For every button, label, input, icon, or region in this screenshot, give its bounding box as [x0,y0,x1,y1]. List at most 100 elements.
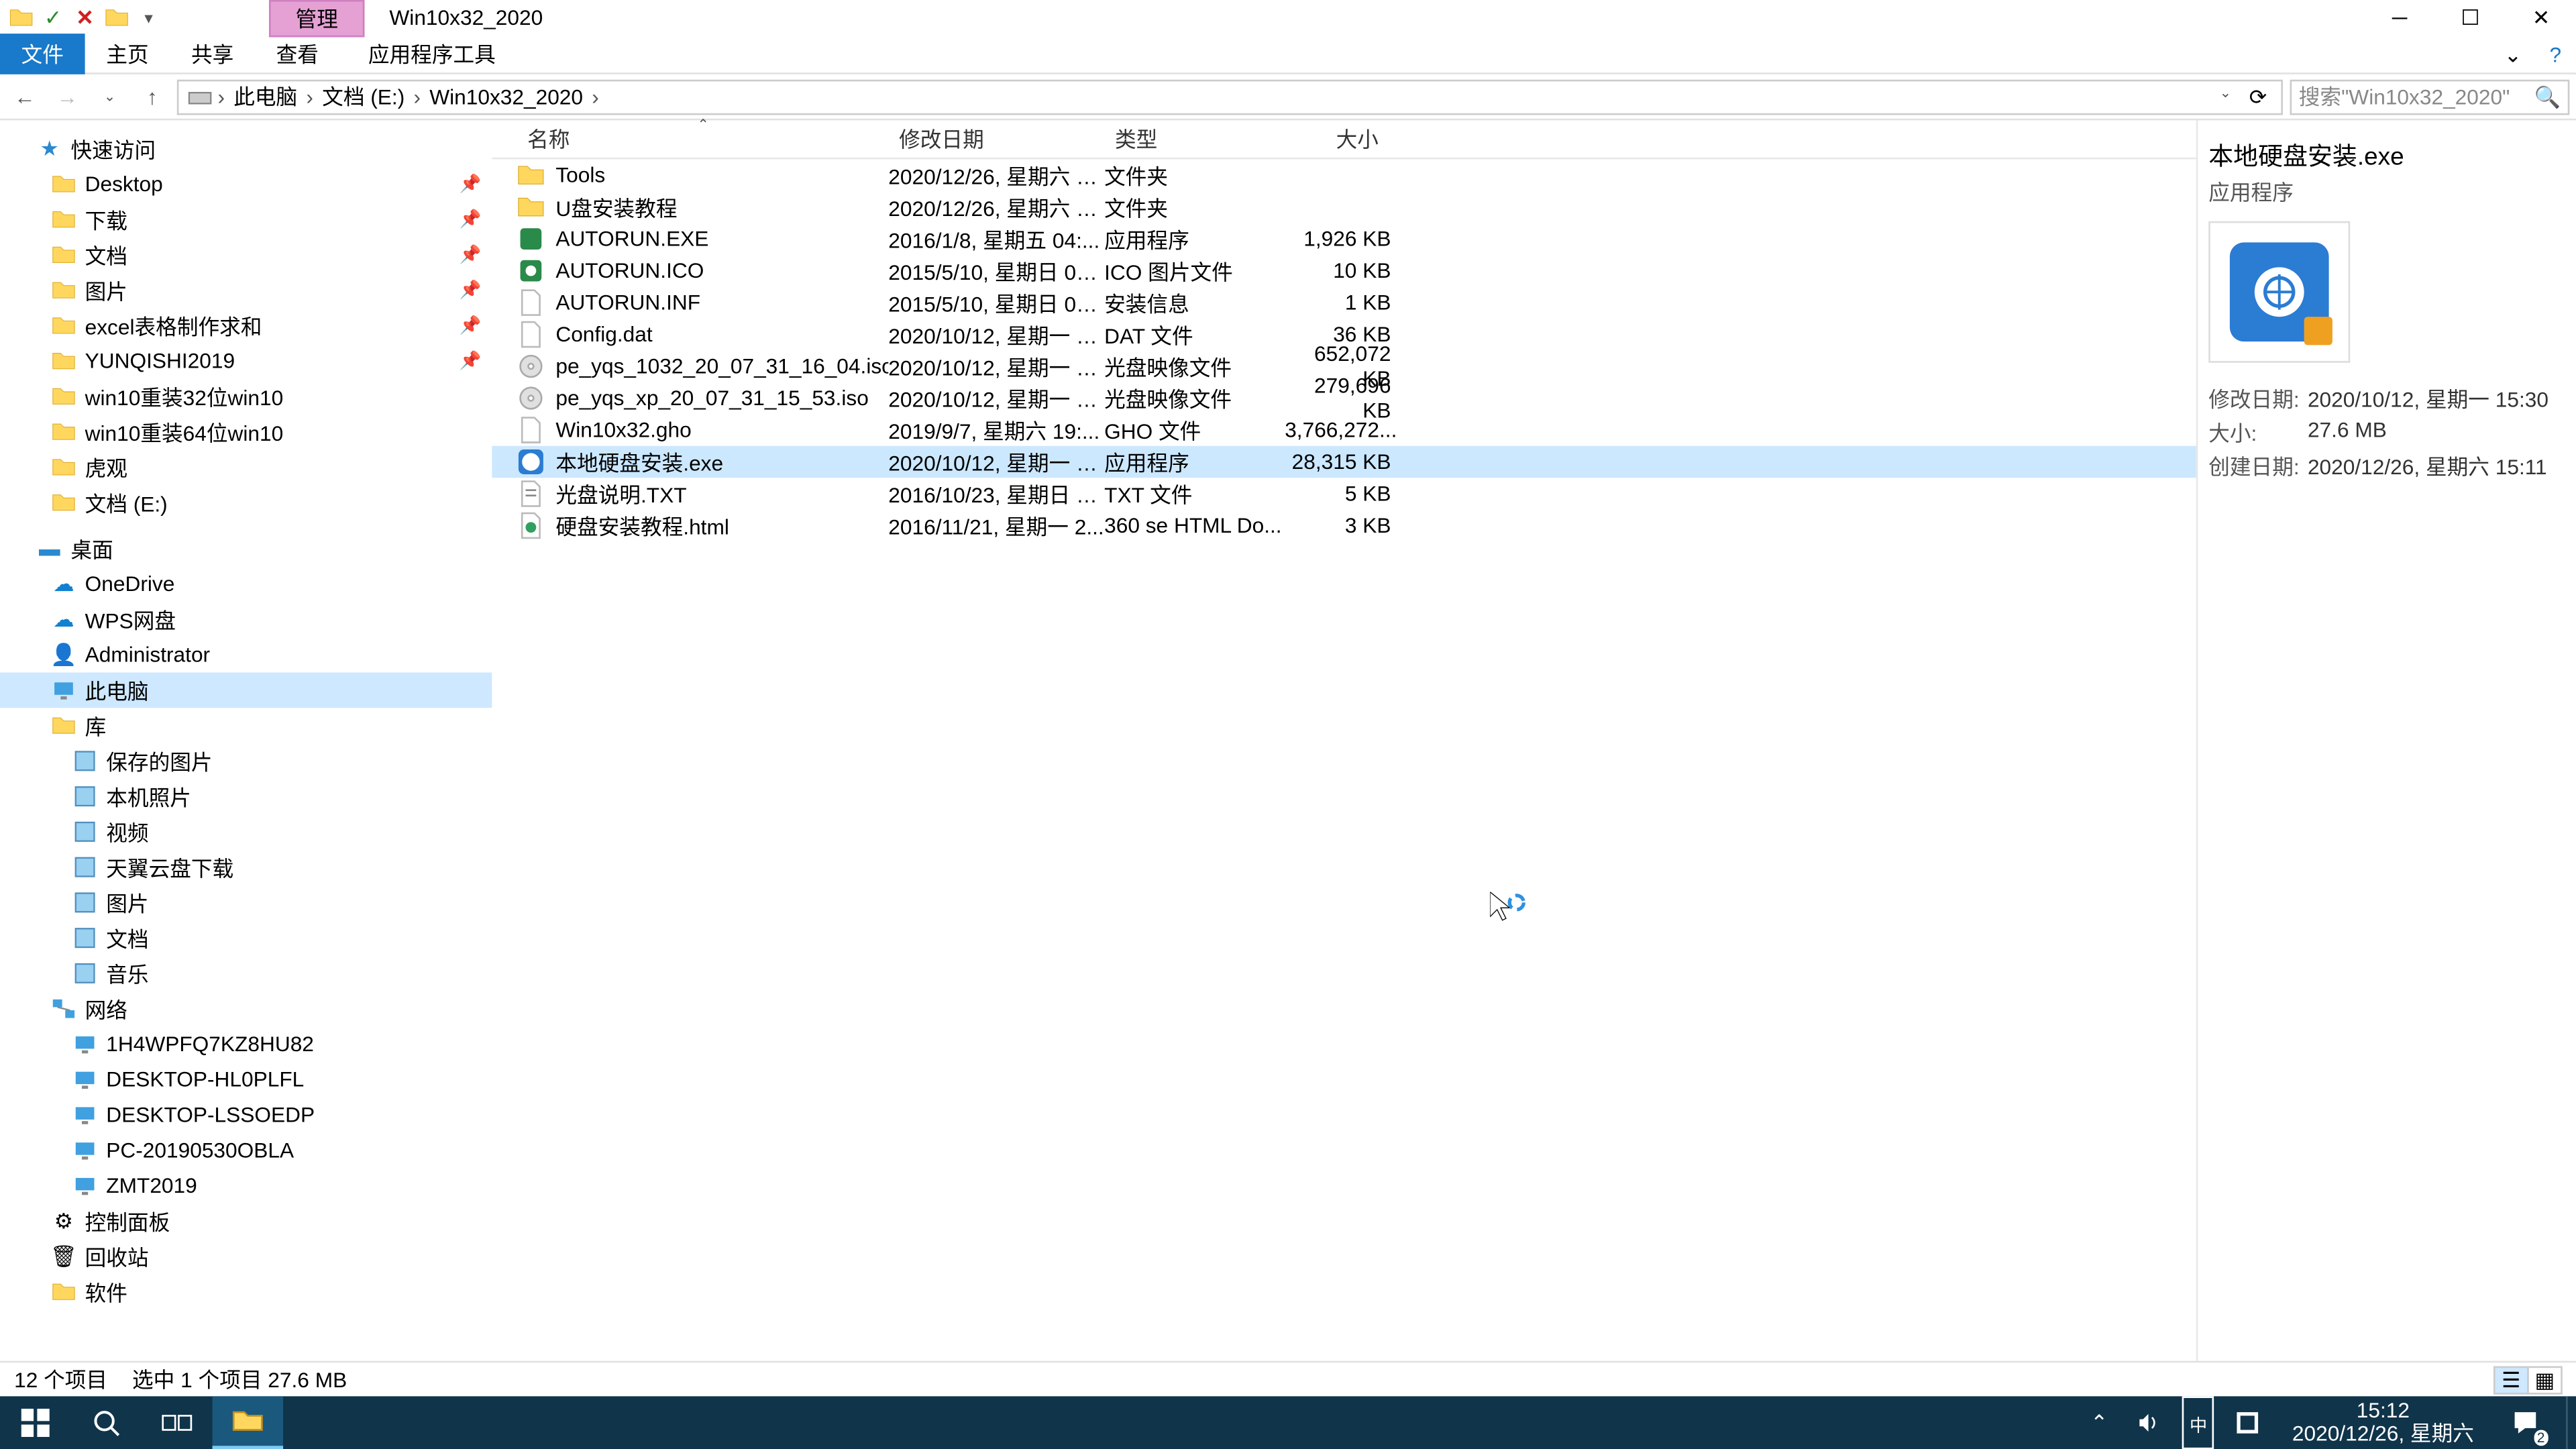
search-input[interactable]: 搜索"Win10x32_2020" 🔍 [2290,78,2570,114]
minimize-button[interactable]: ─ [2364,0,2435,36]
ime-indicator[interactable]: 中 [2182,1396,2214,1449]
pc-icon [71,1171,99,1199]
ribbon-tab-apptools[interactable]: 应用程序工具 [347,34,517,74]
addr-dropdown-icon[interactable]: ⌄ [2212,84,2239,109]
tree-library-item[interactable]: 音乐 [0,956,492,991]
tree-library-item[interactable]: 文档 [0,920,492,956]
library-icon [71,888,99,916]
crumb-drive[interactable]: 文档 (E:) [317,81,410,111]
task-view-button[interactable] [142,1396,213,1449]
show-desktop-button[interactable] [2566,1396,2576,1449]
qat-dropdown-icon[interactable]: ▼ [134,3,162,32]
volume-icon[interactable] [2129,1396,2168,1449]
new-folder-icon[interactable] [103,3,131,32]
tree-quick-item[interactable]: Desktop📌 [0,166,492,202]
tray-overflow-icon[interactable]: ⌃ [2083,1396,2115,1449]
tree-item[interactable]: 网络 [0,991,492,1026]
tree-library-item[interactable]: 图片 [0,885,492,920]
ribbon-tab-view[interactable]: 查看 [255,34,340,74]
chevron-right-icon[interactable]: › [410,84,424,109]
tree-network-item[interactable]: DESKTOP-HL0PLFL [0,1062,492,1097]
file-row[interactable]: 硬盘安装教程.html2016/11/21, 星期一 2...360 se HT… [492,510,2196,541]
nav-back-button[interactable]: ← [7,78,43,114]
nav-recent-icon[interactable]: ⌄ [92,78,127,114]
start-button[interactable] [0,1396,71,1449]
column-size[interactable]: 大小 [1285,124,1391,154]
file-row[interactable]: Tools2020/12/26, 星期六 1...文件夹 [492,159,2196,191]
chevron-right-icon[interactable]: › [588,84,602,109]
notification-center-icon[interactable]: 2 [2499,1396,2552,1449]
maximize-button[interactable]: ☐ [2435,0,2506,36]
contextual-tab-manage[interactable]: 管理 [269,0,364,36]
sort-indicator-icon: ⌃ [697,117,709,133]
refresh-icon[interactable]: ⟳ [2242,84,2274,109]
file-row[interactable]: AUTORUN.EXE2016/1/8, 星期五 04:...应用程序1,926… [492,223,2196,254]
tree-quick-item[interactable]: excel表格制作求和📌 [0,308,492,343]
tree-item[interactable]: ☁WPS网盘 [0,602,492,637]
tree-quick-item[interactable]: 下载📌 [0,202,492,237]
help-icon[interactable]: ? [2534,42,2576,66]
search-icon[interactable]: 🔍 [2534,84,2561,109]
crumb-folder[interactable]: Win10x32_2020 [424,84,588,109]
tree-library-item[interactable]: 保存的图片 [0,743,492,779]
tree-quick-item[interactable]: win10重装64位win10 [0,414,492,449]
tree-item[interactable]: 库 [0,708,492,743]
file-row[interactable]: 本地硬盘安装.exe2020/10/12, 星期一 1...应用程序28,315… [492,446,2196,478]
tree-desktop-root[interactable]: ▬ 桌面 [0,531,492,566]
nav-forward-button[interactable]: → [50,78,85,114]
file-row[interactable]: 光盘说明.TXT2016/10/23, 星期日 0...TXT 文件5 KB [492,478,2196,509]
breadcrumb[interactable]: › 此电脑 › 文档 (E:) › Win10x32_2020 › ⌄ ⟳ [177,78,2283,114]
tree-quick-item[interactable]: YUNQISHI2019📌 [0,343,492,379]
properties-icon[interactable]: ✓ [39,3,67,32]
tree-network-item[interactable]: ZMT2019 [0,1168,492,1203]
file-row[interactable]: pe_yqs_xp_20_07_31_15_53.iso2020/10/12, … [492,382,2196,414]
tree-quick-item[interactable]: 图片📌 [0,272,492,308]
tree-node-icon: ⚙ [50,1207,78,1235]
ribbon-expand-icon[interactable]: ⌄ [2491,42,2534,66]
ribbon-tab-home[interactable]: 主页 [85,34,170,74]
tree-network-item[interactable]: DESKTOP-LSSOEDP [0,1097,492,1133]
tree-quick-item[interactable]: 文档📌 [0,237,492,272]
tree-node-icon [50,1278,78,1306]
tree-library-item[interactable]: 本机照片 [0,779,492,814]
tree-item[interactable]: ⚙控制面板 [0,1203,492,1239]
taskbar-clock[interactable]: 15:12 2020/12/26, 星期六 [2282,1399,2485,1446]
tree-quick-item[interactable]: 文档 (E:) [0,485,492,521]
taskbar-search-button[interactable] [71,1396,142,1449]
view-large-button[interactable]: ▦ [2527,1365,2563,1393]
ribbon-tab-file[interactable]: 文件 [0,34,85,74]
close-button[interactable]: ✕ [2506,0,2576,36]
tree-item[interactable]: 👤Administrator [0,637,492,673]
tree-item[interactable]: ☁OneDrive [0,566,492,602]
tree-item[interactable]: 此电脑 [0,672,492,708]
tree-network-item[interactable]: 1H4WPFQ7KZ8HU82 [0,1026,492,1062]
column-name[interactable]: 名称 [492,124,888,154]
ribbon-tab-share[interactable]: 共享 [170,34,255,74]
tree-node-icon: ☁ [50,605,78,633]
file-row[interactable]: U盘安装教程2020/12/26, 星期六 1...文件夹 [492,191,2196,223]
file-row[interactable]: AUTORUN.INF2015/5/10, 星期日 02...安装信息1 KB [492,286,2196,318]
tree-quick-item[interactable]: win10重装32位win10 [0,379,492,415]
tree-library-item[interactable]: 天翼云盘下载 [0,849,492,885]
pin-icon: 📌 [460,316,482,335]
crumb-thispc[interactable]: 此电脑 [228,81,303,111]
close-red-icon[interactable]: ✕ [71,3,99,32]
chevron-right-icon[interactable]: › [303,84,317,109]
file-row[interactable]: AUTORUN.ICO2015/5/10, 星期日 02...ICO 图片文件1… [492,255,2196,286]
column-type[interactable]: 类型 [1104,124,1285,154]
chevron-right-icon[interactable]: › [214,84,228,109]
view-details-button[interactable]: ☰ [2493,1365,2529,1393]
tree-quick-access[interactable]: ★ 快速访问 [0,131,492,166]
tree-network-item[interactable]: PC-20190530OBLA [0,1132,492,1168]
tree-item[interactable]: 🗑回收站 [0,1239,492,1275]
nav-up-button[interactable]: ↑ [134,78,170,114]
tree-library-item[interactable]: 视频 [0,814,492,849]
file-row[interactable]: Win10x32.gho2019/9/7, 星期六 19:...GHO 文件3,… [492,414,2196,445]
tree-quick-item[interactable]: 虎观 [0,449,492,485]
column-date[interactable]: 修改日期 [888,124,1104,154]
tree-item[interactable]: 软件 [0,1274,492,1309]
tree-node-icon: ☁ [50,570,78,598]
navigation-pane[interactable]: ★ 快速访问 Desktop📌下载📌文档📌图片📌excel表格制作求和📌YUNQ… [0,120,492,1360]
ime-mode-icon[interactable] [2229,1396,2267,1449]
taskbar-explorer-button[interactable] [213,1396,284,1449]
